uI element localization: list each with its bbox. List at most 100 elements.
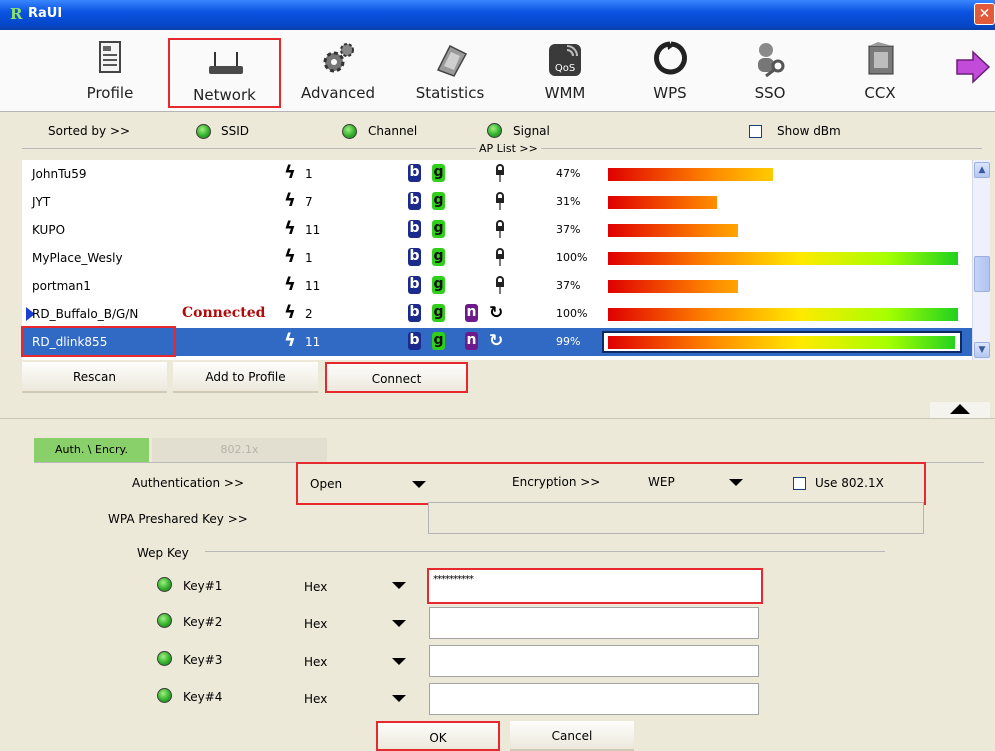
mode-g-icon: g (432, 332, 445, 350)
channel-icon: ϟ (284, 218, 296, 239)
ap-channel: 7 (305, 195, 313, 209)
mode-g-icon: g (432, 192, 445, 210)
key2-input[interactable] (429, 607, 759, 639)
sort-signal-radio[interactable] (487, 123, 502, 138)
ap-list-row[interactable]: JohnTu59 ϟ 1 b g 47% (22, 160, 972, 188)
encryption-label: Encryption >> (512, 475, 601, 489)
key2-format-dropdown-icon[interactable] (392, 620, 406, 627)
ap-status: Connected (182, 305, 266, 321)
mode-b-icon: b (408, 164, 421, 182)
sort-channel-label: Channel (368, 124, 418, 138)
key4-input[interactable] (429, 683, 759, 715)
key1-input[interactable] (427, 568, 763, 604)
collapse-panel-button[interactable] (930, 402, 990, 418)
encryption-select[interactable]: WEP (648, 475, 675, 489)
ap-list-row[interactable]: MyPlace_Wesly ϟ 1 b g 100% (22, 244, 972, 272)
svg-text:QoS: QoS (555, 63, 575, 74)
lock-icon (496, 220, 504, 238)
mode-g-icon: g (432, 276, 445, 294)
ok-button[interactable]: OK (376, 721, 500, 751)
toolbar-network-button[interactable]: Network (168, 38, 281, 108)
tab-auth-encry[interactable]: Auth. \ Encry. (34, 438, 149, 462)
mode-g-icon: g (432, 220, 445, 238)
toolbar-advanced-button[interactable]: Advanced (288, 38, 388, 108)
toolbar-label: Network (193, 86, 256, 104)
key2-format-select[interactable]: Hex (304, 617, 327, 631)
key1-radio[interactable] (157, 577, 172, 592)
key2-radio[interactable] (157, 613, 172, 628)
authentication-dropdown-icon[interactable] (412, 481, 426, 488)
channel-icon: ϟ (284, 302, 296, 323)
qos-icon: QoS (549, 44, 581, 76)
sort-channel-radio[interactable] (342, 124, 357, 139)
key3-format-select[interactable]: Hex (304, 655, 327, 669)
ap-ssid: KUPO (32, 223, 66, 237)
sort-ssid-radio[interactable] (196, 124, 211, 139)
add-to-profile-button[interactable]: Add to Profile (173, 362, 318, 393)
network-router-icon (209, 52, 243, 74)
window-title: RaUI (28, 6, 63, 21)
ap-list-label: AP List >> (476, 142, 541, 155)
ap-ssid: JYT (32, 195, 51, 209)
key1-label: Key#1 (183, 579, 223, 593)
use-8021x-checkbox[interactable] (793, 477, 806, 490)
key3-input[interactable] (429, 645, 759, 677)
key1-format-select[interactable]: Hex (304, 580, 327, 594)
toolbar-sso-button[interactable]: SSO (720, 38, 820, 108)
scroll-up-icon[interactable]: ▲ (974, 162, 990, 178)
channel-icon: ϟ (284, 246, 296, 267)
mode-b-icon: b (408, 276, 421, 294)
key4-format-select[interactable]: Hex (304, 692, 327, 706)
ap-list-row[interactable]: JYT ϟ 7 b g 31% (22, 188, 972, 216)
ap-list-row[interactable]: portman1 ϟ 11 b g 37% (22, 272, 972, 300)
ap-signal-text: 37% (556, 223, 581, 236)
toolbar-label: CCX (864, 84, 896, 102)
toolbar-label: SSO (754, 84, 786, 102)
close-button[interactable]: ✕ (974, 3, 995, 25)
scroll-down-icon[interactable]: ▼ (974, 342, 990, 358)
key4-radio[interactable] (157, 688, 172, 703)
signal-bar (608, 252, 958, 265)
ap-signal-text: 100% (556, 307, 588, 320)
sso-key-icon (758, 43, 785, 78)
scroll-thumb[interactable] (974, 256, 990, 292)
toolbar-statistics-button[interactable]: Statistics (400, 38, 500, 108)
key3-radio[interactable] (157, 651, 172, 666)
toolbar-wps-button[interactable]: WPS (620, 38, 720, 108)
key4-format-dropdown-icon[interactable] (392, 695, 406, 702)
key3-format-dropdown-icon[interactable] (392, 658, 406, 665)
signal-bar (608, 196, 717, 209)
ccx-icon (868, 42, 894, 75)
tab-8021x[interactable]: 802.1x (152, 438, 327, 462)
sort-ssid-label: SSID (221, 124, 250, 138)
encryption-dropdown-icon[interactable] (729, 479, 743, 486)
connect-button[interactable]: Connect (325, 362, 468, 393)
key1-format-dropdown-icon[interactable] (392, 582, 406, 589)
rescan-button[interactable]: Rescan (22, 362, 167, 393)
ap-ssid: portman1 (32, 279, 91, 293)
key1-value: ********** (433, 574, 474, 585)
toolbar-label: Statistics (415, 84, 485, 102)
ap-list-scrollbar[interactable]: ▲ ▼ (972, 160, 990, 360)
ap-list-row[interactable]: KUPO ϟ 11 b g 37% (22, 216, 972, 244)
channel-icon: ϟ (284, 274, 296, 295)
wps-icon: ↻ (489, 331, 504, 351)
toolbar-profile-button[interactable]: Profile (60, 38, 160, 108)
wpa-psk-label: WPA Preshared Key >> (108, 512, 248, 526)
show-dbm-checkbox[interactable] (749, 125, 762, 138)
ap-signal-text: 99% (556, 335, 581, 348)
ap-ssid: RD_Buffalo_B/G/N (32, 307, 139, 321)
toolbar-label: Profile (86, 84, 134, 102)
toolbar-label: WMM (544, 84, 586, 102)
cancel-button[interactable]: Cancel (510, 721, 634, 751)
toolbar-wmm-button[interactable]: QoS WMM (515, 38, 615, 108)
lock-icon (496, 276, 504, 294)
calculator-icon (436, 44, 468, 77)
next-arrow-icon[interactable] (955, 50, 991, 84)
ap-list-row[interactable]: RD_Buffalo_B/G/N Connected ϟ 2 b g n ↻ 100% (22, 300, 972, 328)
toolbar-ccx-button[interactable]: CCX (830, 38, 930, 108)
mode-g-icon: g (432, 164, 445, 182)
app-logo-icon: R (10, 5, 23, 23)
authentication-select[interactable]: Open (310, 477, 342, 491)
wpa-psk-input[interactable] (428, 502, 924, 534)
